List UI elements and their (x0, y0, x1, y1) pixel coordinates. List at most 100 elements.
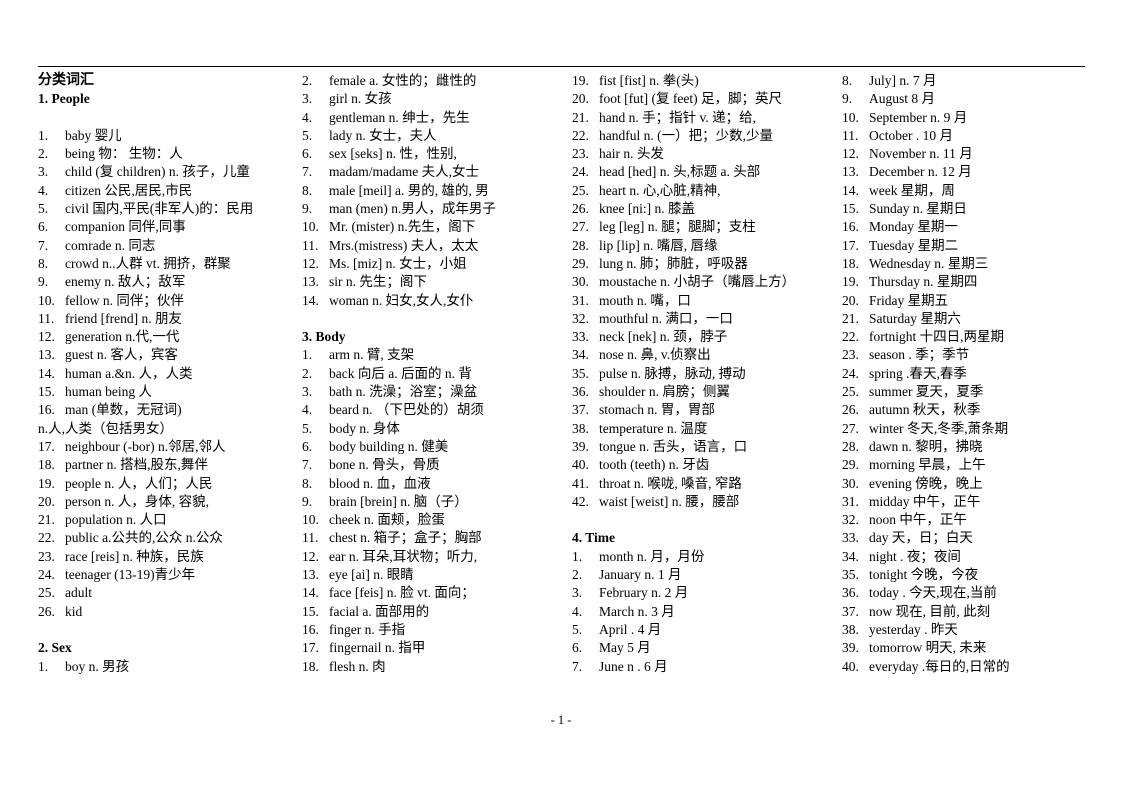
entry-number: 12. (842, 146, 859, 162)
vocabulary-entry: 7. comrade n. 同志 (38, 237, 270, 255)
entry-text: chest n. 箱子；盒子；胸部 (329, 530, 482, 546)
entry-text: man (单数，无冠词) (65, 402, 182, 418)
vocabulary-entry: 19. people n. 人，人们；人民 (38, 475, 270, 493)
entry-text: July] n. 7 月 (869, 73, 937, 88)
vocabulary-entry: 40. tooth (teeth) n. 牙齿 (572, 456, 810, 474)
vocabulary-entry: 20. foot [fut] (复 feet) 足，脚；英尺 (572, 90, 810, 108)
entry-number: 18. (302, 658, 319, 674)
vocabulary-entry: 13. eye [ai] n. 眼睛 (302, 566, 540, 584)
entry-text: April . 4 月 (599, 621, 662, 637)
vocabulary-entry: 12. November n. 11 月 (842, 145, 1092, 163)
vocabulary-entry: 28. lip [lip] n. 嘴唇, 唇缘 (572, 237, 810, 255)
vocabulary-entry: 22. public a.公共的,公众 n.公众 (38, 529, 270, 547)
entry-text: brain [brein] n. 脑（子） (329, 493, 468, 509)
entry-text: mouthful n. 满口，一口 (599, 310, 733, 326)
entry-number: 23. (842, 347, 859, 363)
entry-number: 6. (302, 438, 313, 454)
vocabulary-entry: 37. now 现在, 目前, 此刻 (842, 603, 1092, 621)
vocabulary-entry: 3. bath n. 洗澡；浴室；澡盆 (302, 383, 540, 401)
vocabulary-entry: 16. finger n. 手指 (302, 621, 540, 639)
vocabulary-entry: 24. head [hed] n. 头,标题 a. 头部 (572, 163, 810, 181)
vocabulary-entry: 17. Tuesday 星期二 (842, 237, 1092, 255)
entry-number: 4. (302, 109, 313, 125)
entry-text: sex [seks] n. 性，性别, (329, 146, 457, 162)
vocabulary-entry: 18. Wednesday n. 星期三 (842, 255, 1092, 273)
vocabulary-entry: 4. citizen 公民,居民,市民 (38, 182, 270, 200)
entry-text: public a.公共的,公众 n.公众 (65, 530, 223, 546)
vocabulary-entry: 11. October . 10 月 (842, 127, 1092, 145)
entry-text: spring .春天,春季 (869, 365, 967, 381)
entry-continuation: n.人,人类（包括男女） (38, 420, 173, 436)
entry-text: now 现在, 目前, 此刻 (869, 603, 991, 619)
vocabulary-entry: 32. mouthful n. 满口，一口 (572, 310, 810, 328)
vocabulary-entry: 14. face [feis] n. 脸 vt. 面向； (302, 584, 540, 602)
entry-number: 5. (302, 127, 313, 143)
entry-text: tongue n. 舌头，语言，口 (599, 438, 748, 454)
vocabulary-entry: 5. April . 4 月 (572, 621, 810, 639)
entry-number: 19. (842, 274, 859, 290)
entry-number: 10. (842, 109, 859, 125)
vocabulary-entry: 10. September n. 9 月 (842, 109, 1092, 127)
entry-text: May 5 月 (599, 640, 651, 656)
vocabulary-entry: 4. March n. 3 月 (572, 603, 810, 621)
vocabulary-entry: 16. man (单数，无冠词) (38, 401, 270, 419)
entry-text: Sunday n. 星期日 (869, 201, 967, 217)
entry-number: 16. (302, 621, 319, 637)
entry-text: noon 中午，正午 (869, 512, 967, 528)
entry-text: enemy n. 敌人；敌军 (65, 274, 186, 290)
entry-number: 3. (38, 164, 49, 180)
vocabulary-entry: 20. person n. 人，身体, 容貌, (38, 493, 270, 511)
column-4: 8. July] n. 7 月 9. August 8 月 10. September n… (810, 72, 1092, 676)
entry-text: adult (65, 585, 92, 601)
entry-text: body building n. 健美 (329, 438, 449, 454)
entry-text: head [hed] n. 头,标题 a. 头部 (599, 164, 761, 180)
entry-text: August 8 月 (869, 91, 936, 107)
vocabulary-entry: 15. Sunday n. 星期日 (842, 200, 1092, 218)
vocabulary-entry: 34. night . 夜；夜间 (842, 548, 1092, 566)
entry-number: 1. (302, 347, 313, 363)
entry-text: teenager (13-19)青少年 (65, 567, 196, 583)
entry-text: June n . 6 月 (599, 658, 668, 674)
vocabulary-entry: 37. stomach n. 胃，胃部 (572, 401, 810, 419)
entry-number: 9. (38, 274, 49, 290)
vocabulary-entry: 42. waist [weist] n. 腰，腰部 (572, 493, 810, 511)
entry-text: lung n. 肺；肺脏，呼吸器 (599, 255, 748, 271)
entry-text: October . 10 月 (869, 127, 953, 143)
entry-number: 11. (302, 530, 319, 546)
entry-number: 39. (842, 640, 859, 656)
vocabulary-entry: 33. day 天，日；白天 (842, 529, 1092, 547)
entry-text: finger n. 手指 (329, 621, 406, 637)
vocabulary-entry: 14. woman n. 妇女,女人,女仆 (302, 292, 540, 310)
entry-text: Wednesday n. 星期三 (869, 255, 989, 271)
vocabulary-entry: 21. population n. 人口 (38, 511, 270, 529)
entry-text: heart n. 心,心脏,精神, (599, 182, 721, 198)
entry-number: 10. (302, 219, 319, 235)
entry-number: 34. (842, 548, 859, 564)
vocabulary-entry: 11. friend [frend] n. 朋友 (38, 310, 270, 328)
entry-text: citizen 公民,居民,市民 (65, 182, 193, 198)
vocabulary-columns: 分类词汇 1. People 1. baby 婴儿 2. being 物： 生物：人 3.… (0, 72, 1122, 676)
entry-number: 11. (302, 237, 319, 253)
vocabulary-entry: 22. fortnight 十四日,两星期 (842, 328, 1092, 346)
entry-number: 24. (38, 567, 55, 583)
vocabulary-entry: 21. Saturday 星期六 (842, 310, 1092, 328)
entry-text: ear n. 耳朵,耳状物；听力, (329, 548, 478, 564)
entry-text: eye [ai] n. 眼睛 (329, 567, 414, 583)
vocabulary-entry: 18. flesh n. 肉 (302, 658, 540, 676)
vocabulary-entry: 13. December n. 12 月 (842, 163, 1092, 181)
entry-number: 14. (38, 365, 55, 381)
vocabulary-entry: 6. companion 同伴,同事 (38, 218, 270, 236)
vocabulary-entry: 12. Ms. [miz] n. 女士，小姐 (302, 255, 540, 273)
entry-number: 26. (572, 201, 589, 217)
entry-text: dawn n. 黎明，拂晓 (869, 438, 983, 454)
vocabulary-entry: 1. arm n. 臂, 支架 (302, 346, 540, 364)
entry-text: woman n. 妇女,女人,女仆 (329, 292, 474, 308)
vocabulary-entry: 35. tonight 今晚，今夜 (842, 566, 1092, 584)
entry-number: 34. (572, 347, 589, 363)
vocabulary-entry: 6. body building n. 健美 (302, 438, 540, 456)
entry-number: 40. (842, 658, 859, 674)
vocabulary-entry: 10. fellow n. 同伴；伙伴 (38, 292, 270, 310)
